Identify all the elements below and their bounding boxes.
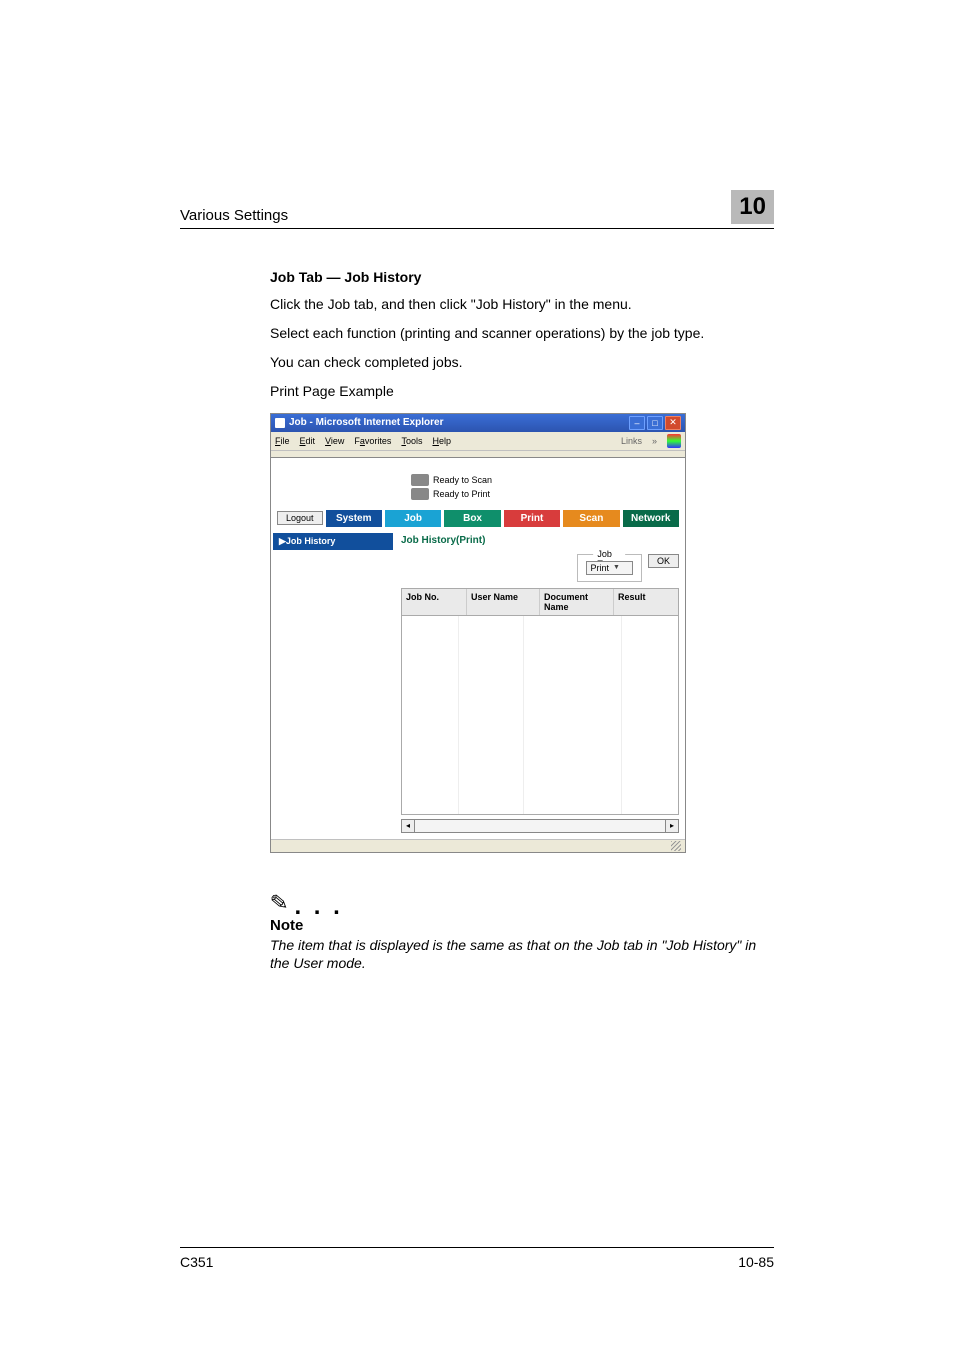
maximize-button[interactable]: □ [647, 416, 663, 430]
horizontal-scrollbar[interactable]: ◂ ▸ [401, 819, 679, 833]
close-button[interactable]: ✕ [665, 416, 681, 430]
status-print: Ready to Print [433, 489, 490, 499]
tab-job[interactable]: Job [385, 510, 441, 527]
paragraph: Select each function (printing and scann… [270, 324, 774, 343]
paragraph: Click the Job tab, and then click "Job H… [270, 295, 774, 314]
links-label[interactable]: Links [621, 436, 642, 446]
printer-icon [411, 488, 429, 500]
menu-help[interactable]: Help [432, 436, 451, 446]
table-body-empty [402, 616, 678, 814]
paragraph: Print Page Example [270, 382, 774, 401]
tab-network[interactable]: Network [623, 510, 679, 527]
chevron-down-icon: ▼ [613, 564, 620, 571]
scanner-icon [411, 474, 429, 486]
page-header: Various Settings 10 [180, 190, 774, 229]
window-title: Job - Microsoft Internet Explorer [289, 417, 629, 428]
col-document-name: Document Name [540, 589, 614, 615]
section-name: Various Settings [180, 207, 288, 224]
paragraph: You can check completed jobs. [270, 353, 774, 372]
device-status-header: Ready to Scan Ready to Print [271, 458, 685, 510]
col-job-no: Job No. [402, 589, 467, 615]
menu-tools[interactable]: Tools [401, 436, 422, 446]
minimize-button[interactable]: – [629, 416, 645, 430]
screenshot-figure: Job - Microsoft Internet Explorer – □ ✕ … [270, 413, 774, 853]
chapter-number: 10 [731, 190, 774, 224]
col-user-name: User Name [467, 589, 540, 615]
status-scan: Ready to Scan [433, 475, 492, 485]
scroll-left-icon[interactable]: ◂ [401, 819, 415, 833]
ie-window: Job - Microsoft Internet Explorer – □ ✕ … [270, 413, 686, 853]
footer-model: C351 [180, 1254, 213, 1270]
side-menu: ▶Job History [271, 531, 395, 839]
ie-logo-icon [667, 434, 681, 448]
logout-button[interactable]: Logout [277, 511, 323, 525]
sidebar-item-job-history[interactable]: ▶Job History [273, 533, 393, 550]
job-history-table: Job No. User Name Document Name Result [401, 588, 679, 815]
tab-system[interactable]: System [326, 510, 382, 527]
menu-view[interactable]: View [325, 436, 344, 446]
note-label: Note [270, 917, 774, 934]
menu-file[interactable]: File [275, 436, 290, 446]
resize-grip-icon[interactable] [671, 841, 681, 851]
page-footer: C351 10-85 [180, 1247, 774, 1270]
ie-page-icon [275, 418, 285, 428]
panel-title: Job History(Print) [401, 535, 679, 546]
note-icon: ✎ [269, 889, 290, 917]
toolbar-area [271, 451, 685, 458]
section-title: Job Tab — Job History [270, 269, 774, 285]
job-type-value: Print [591, 563, 610, 573]
job-type-select[interactable]: Print ▼ [586, 561, 633, 575]
scroll-right-icon[interactable]: ▸ [665, 819, 679, 833]
ok-button[interactable]: OK [648, 554, 679, 568]
ellipsis-icon: . . . [294, 893, 342, 921]
note-text: The item that is displayed is the same a… [270, 936, 774, 972]
tab-print[interactable]: Print [504, 510, 560, 527]
scroll-track[interactable] [415, 819, 665, 833]
tab-scan[interactable]: Scan [563, 510, 619, 527]
window-titlebar: Job - Microsoft Internet Explorer – □ ✕ [271, 414, 685, 432]
col-result: Result [614, 589, 678, 615]
status-bar [271, 839, 685, 852]
menu-favorites[interactable]: Favorites [354, 436, 391, 446]
tab-box[interactable]: Box [444, 510, 500, 527]
footer-page: 10-85 [738, 1254, 774, 1270]
menu-bar: File Edit View Favorites Tools Help Link… [271, 432, 685, 451]
job-type-group: Job Type Print ▼ [577, 554, 642, 582]
menu-edit[interactable]: Edit [300, 436, 316, 446]
